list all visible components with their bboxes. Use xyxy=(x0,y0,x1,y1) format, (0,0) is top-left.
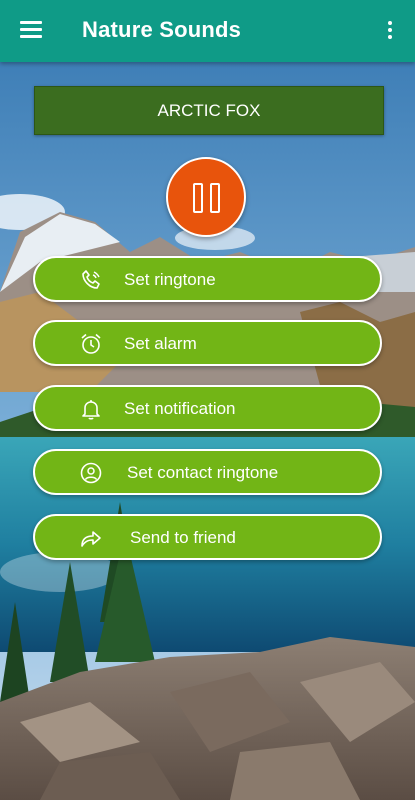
set-ringtone-label: Set ringtone xyxy=(124,270,216,289)
share-arrow-icon xyxy=(81,531,101,547)
send-to-friend-label: Send to friend xyxy=(130,528,236,547)
alarm-clock-icon xyxy=(81,333,101,354)
menu-icon[interactable] xyxy=(20,21,42,39)
sound-name-banner: ARCTIC FOX xyxy=(34,86,384,135)
pause-icon-bar xyxy=(210,183,220,213)
set-alarm-label: Set alarm xyxy=(124,334,197,353)
bell-icon xyxy=(82,400,100,420)
set-ringtone-button[interactable]: Set ringtone xyxy=(33,256,382,302)
more-options-icon[interactable] xyxy=(384,20,396,42)
pause-button[interactable] xyxy=(166,157,246,237)
set-alarm-button[interactable]: Set alarm xyxy=(33,320,382,366)
app-title: Nature Sounds xyxy=(82,17,242,42)
set-notification-button[interactable]: Set notification xyxy=(33,385,382,431)
contact-icon xyxy=(80,462,102,484)
app-bar: Nature Sounds xyxy=(0,0,415,62)
set-contact-ringtone-button[interactable]: Set contact ringtone xyxy=(33,449,382,495)
pause-icon xyxy=(193,183,203,213)
send-to-friend-button[interactable]: Send to friend xyxy=(33,514,382,560)
set-notification-label: Set notification xyxy=(124,399,236,418)
phone-ringing-icon xyxy=(82,270,100,289)
set-contact-ringtone-label: Set contact ringtone xyxy=(127,463,279,482)
